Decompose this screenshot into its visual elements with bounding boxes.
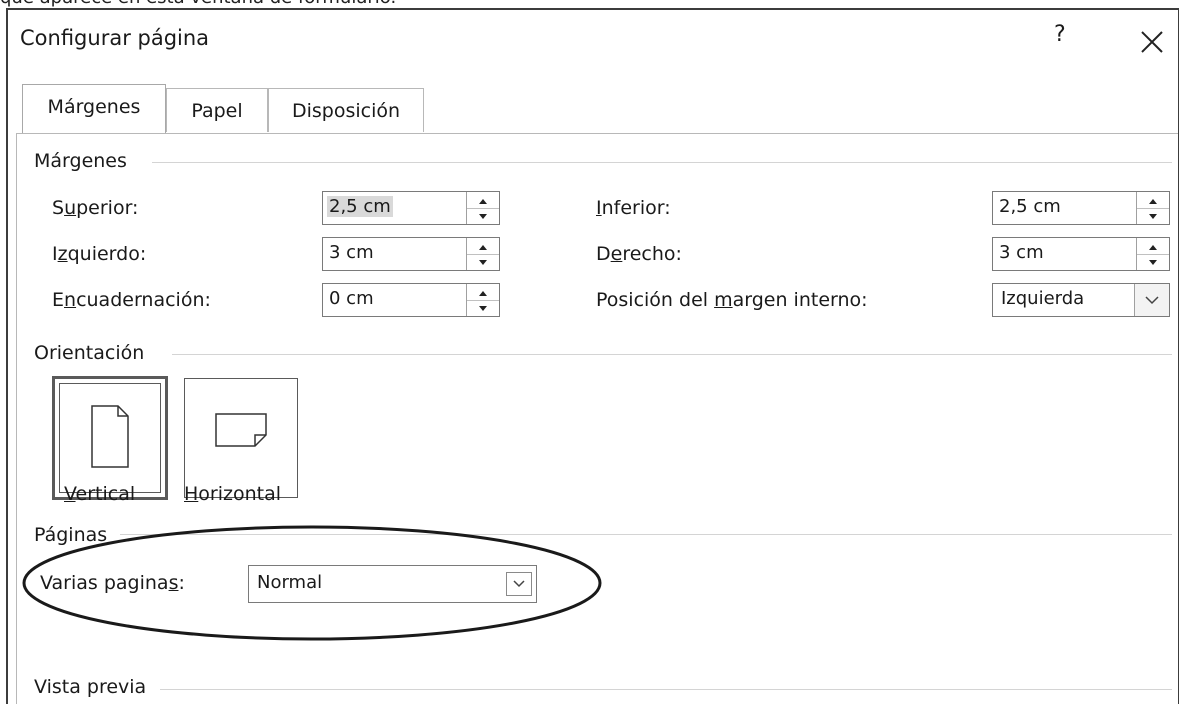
derecho-increment-button[interactable] (1137, 238, 1169, 255)
izquierdo-decrement-button[interactable] (467, 254, 499, 270)
inferior-increment-button[interactable] (1137, 192, 1169, 209)
derecho-value[interactable]: 3 cm (999, 242, 1044, 263)
orientation-group-rule (172, 354, 1172, 355)
izquierdo-spinbox[interactable]: 3 cm (322, 237, 500, 271)
varias-dropdown-button[interactable] (504, 566, 536, 602)
inferior-value[interactable]: 2,5 cm (999, 196, 1061, 217)
izquierdo-value[interactable]: 3 cm (329, 242, 374, 263)
up-arrow-icon (1149, 245, 1157, 250)
close-icon (1141, 31, 1163, 53)
posicion-label-accesskey: m (714, 289, 733, 311)
posicion-dropdown-button[interactable] (1134, 284, 1169, 316)
posicion-margen-select[interactable]: Izquierda (992, 283, 1170, 317)
orientation-group-label: Orientación (34, 342, 145, 364)
down-arrow-icon (1149, 214, 1157, 219)
superior-label-accesskey: u (64, 197, 77, 219)
derecho-label-post: recho: (622, 243, 682, 265)
down-arrow-icon (479, 214, 487, 219)
up-arrow-icon (479, 291, 487, 296)
horizontal-label-post: orizontal (198, 483, 282, 505)
horizontal-label-accesskey: H (184, 483, 199, 505)
up-arrow-icon (479, 245, 487, 250)
chevron-down-icon (513, 580, 525, 588)
horizontal-label: Horizontal (184, 483, 281, 505)
derecho-label: Derecho: (596, 243, 682, 265)
derecho-decrement-button[interactable] (1137, 254, 1169, 270)
superior-spin-arrows (466, 192, 499, 224)
vertical-orientation-button[interactable] (52, 376, 168, 500)
encuadernacion-label-pre: E (52, 289, 65, 311)
portrait-page-icon (91, 405, 129, 468)
izquierdo-increment-button[interactable] (467, 238, 499, 255)
encuadernacion-spin-arrows (466, 284, 499, 316)
margins-group-label: Márgenes (34, 150, 127, 172)
varias-paginas-select[interactable]: Normal (248, 565, 537, 603)
pages-group-label: Páginas (34, 524, 108, 546)
izquierdo-label: Izquierdo: (52, 243, 146, 265)
encuadernacion-decrement-button[interactable] (467, 300, 499, 316)
superior-value[interactable]: 2,5 cm (327, 196, 393, 217)
varias-label-post: : (178, 572, 185, 594)
superior-label: Superior: (52, 197, 138, 219)
down-arrow-icon (479, 260, 487, 265)
vertical-label: Vertical (64, 483, 135, 505)
close-button[interactable] (1132, 22, 1172, 62)
pages-group-rule (120, 534, 1172, 535)
izquierdo-label-post: quierdo: (67, 243, 147, 265)
varias-paginas-label: Varias paginas: (40, 572, 185, 594)
preview-group-label: Vista previa (34, 676, 147, 698)
tab-strip: Márgenes Papel Disposición (16, 84, 1178, 134)
posicion-label-post: argen interno: (732, 289, 868, 311)
vertical-label-post: ertical (75, 483, 136, 505)
derecho-label-accesskey: e (610, 243, 623, 265)
down-arrow-icon (479, 306, 487, 311)
superior-label-pre: S (52, 197, 65, 219)
izquierdo-label-accesskey: z (57, 243, 68, 265)
encuadernacion-increment-button[interactable] (467, 284, 499, 301)
encuadernacion-label: Encuadernación: (52, 289, 211, 311)
encuadernacion-value[interactable]: 0 cm (329, 288, 374, 309)
superior-increment-button[interactable] (467, 192, 499, 209)
up-arrow-icon (1149, 199, 1157, 204)
horizontal-orientation-button[interactable] (184, 378, 298, 498)
varias-label-pre: Varias pagina (40, 572, 169, 594)
top-cut-text-content: que aparece en esta ventana de formulari… (0, 0, 396, 8)
up-arrow-icon (479, 199, 487, 204)
superior-decrement-button[interactable] (467, 208, 499, 224)
encuadernacion-label-accesskey: n (64, 289, 77, 311)
inferior-label-post: nferior: (601, 197, 671, 219)
help-button[interactable]: ? (1054, 22, 1066, 47)
down-arrow-icon (1149, 260, 1157, 265)
derecho-label-pre: D (596, 243, 611, 265)
posicion-margen-value: Izquierda (1001, 288, 1085, 309)
page-setup-dialog: Configurar página ? Márgenes Papel Dispo… (6, 8, 1179, 704)
landscape-page-icon (215, 413, 267, 447)
tab-disposicion[interactable]: Disposición (268, 88, 424, 132)
inferior-label: Inferior: (596, 197, 671, 219)
preview-group-rule (160, 689, 1172, 690)
posicion-label-pre: Posición del (596, 289, 715, 311)
top-cut-text: que aparece en esta ventana de formulari… (0, 0, 1180, 8)
tab-papel[interactable]: Papel (166, 88, 268, 132)
encuadernacion-label-post: cuadernación: (76, 289, 211, 311)
chevron-down-icon (1145, 296, 1159, 305)
superior-spinbox[interactable]: 2,5 cm (322, 191, 500, 225)
encuadernacion-spinbox[interactable]: 0 cm (322, 283, 500, 317)
inferior-decrement-button[interactable] (1137, 208, 1169, 224)
inferior-spin-arrows (1136, 192, 1169, 224)
title-bar: Configurar página ? (8, 10, 1178, 72)
derecho-spin-arrows (1136, 238, 1169, 270)
superior-label-post: perior: (76, 197, 139, 219)
vertical-label-accesskey: V (64, 483, 76, 505)
dialog-title: Configurar página (20, 26, 210, 50)
varias-label-accesskey: s (168, 572, 179, 594)
posicion-margen-label: Posición del margen interno: (596, 289, 868, 311)
inferior-spinbox[interactable]: 2,5 cm (992, 191, 1170, 225)
izquierdo-spin-arrows (466, 238, 499, 270)
varias-paginas-value: Normal (257, 572, 323, 593)
derecho-spinbox[interactable]: 3 cm (992, 237, 1170, 271)
margins-group-rule (152, 162, 1172, 163)
tab-margenes[interactable]: Márgenes (22, 84, 166, 133)
